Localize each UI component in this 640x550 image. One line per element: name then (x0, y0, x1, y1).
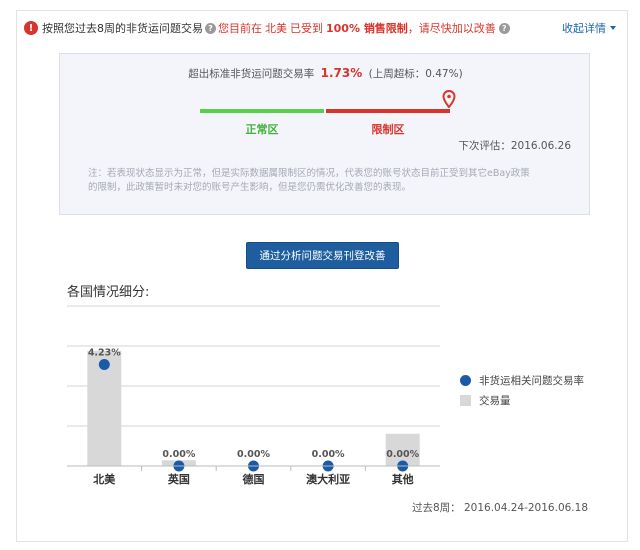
period-range: 过去8周： 2016.04.24-2016.06.18 (411, 502, 588, 514)
alert-icon: ! (24, 21, 38, 35)
note-line-1: 注：若表现状态显示为正常，但是实际数据属限制区的情况，代表您的账号状态目前正受到… (88, 168, 530, 179)
zone-normal-label: 正常区 (245, 123, 279, 136)
legend-dot-icon (460, 374, 471, 386)
note-line-2: 的限制，此政策暂时未对您的账号产生影响，但是您仍需优化改善您的表现。 (88, 182, 412, 193)
legend-label-rate: 非货运相关问题交易率 (479, 374, 584, 387)
rate-point (98, 358, 110, 370)
rate-data-label: 0.00% (237, 449, 270, 460)
rate-data-label: 4.23% (88, 347, 121, 358)
alert-region: 北美 (265, 22, 287, 35)
zone-restrict-label: 限制区 (371, 123, 405, 136)
legend-label-volume: 交易量 (479, 394, 511, 407)
normal-zone-bar (200, 109, 324, 113)
rate-data-label: 0.00% (312, 449, 345, 460)
alert-text-4: ，请尽快加以改善 (407, 22, 496, 35)
next-eval-date: 下次评估：2016.06.26 (458, 140, 571, 152)
rate-value: 1.73% (320, 66, 363, 80)
legend-box-icon (460, 394, 471, 406)
category-label: 德国 (242, 472, 265, 486)
category-label: 澳大利亚 (306, 472, 350, 486)
category-label: 其他 (392, 472, 414, 486)
restrict-zone-bar (326, 109, 450, 113)
legend-item-rate: 非货运相关问题交易率 (460, 370, 584, 390)
section-title: 各国情况细分: (67, 285, 150, 300)
help-icon[interactable]: ? (205, 22, 216, 34)
policy-note: 注：若表现状态显示为正常，但是实际数据属限制区的情况，代表您的账号状态目前正受到… (88, 167, 576, 195)
legend-item-volume: 交易量 (460, 390, 584, 410)
alert-text-3: 已受到 (290, 22, 323, 35)
alert-restriction: 100% 销售限制 (326, 22, 408, 35)
alert-text-1: 按照您过去8周的非货运问题交易 (42, 22, 203, 35)
help-icon[interactable]: ? (498, 22, 510, 34)
caret-down-icon (610, 26, 616, 30)
chart-legend: 非货运相关问题交易率 交易量 (460, 370, 584, 410)
category-label: 英国 (167, 472, 190, 486)
alert-text-2: 您目前在 (218, 22, 262, 35)
rate-prev: (上周超标：0.47%) (368, 68, 463, 80)
rate-data-label: 0.00% (162, 449, 195, 460)
alert-bar: ! 按照您过去8周的非货运问题交易 ? 您目前在 北美 已受到 100% 销售限… (24, 19, 512, 37)
rate-data-label: 0.00% (386, 449, 419, 460)
rate-label: 超出标准非货运问题交易率 (188, 68, 315, 80)
collapse-details-link[interactable]: 收起详情 (562, 20, 616, 36)
improve-listings-button[interactable]: 通过分析问题交易刊登改善 (246, 242, 399, 269)
collapse-label: 收起详情 (562, 22, 606, 35)
rate-line: 超出标准非货运问题交易率 1.73% (上周超标：0.47%) (60, 66, 591, 81)
category-label: 北美 (93, 472, 116, 486)
status-panel: 超出标准非货运问题交易率 1.73% (上周超标：0.47%) 正常区 限制区 … (59, 53, 590, 215)
location-pin-icon (442, 90, 456, 108)
